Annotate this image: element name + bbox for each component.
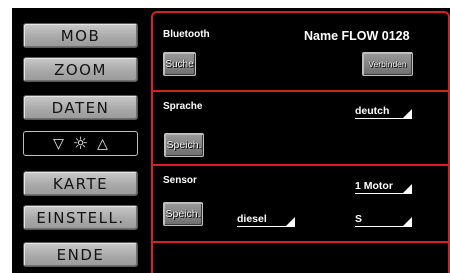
- sensor-save-label: Speich.: [165, 208, 201, 220]
- bluetooth-label: Bluetooth: [163, 29, 210, 40]
- brightness-down-icon[interactable]: ▽: [53, 136, 64, 152]
- dropdown-arrow-icon: [403, 109, 412, 118]
- ende-button[interactable]: ENDE: [23, 242, 138, 267]
- brightness-up-icon[interactable]: △: [97, 136, 108, 152]
- device-name: Name FLOW 0128: [304, 29, 410, 43]
- dropdown-arrow-icon: [403, 217, 412, 226]
- panel-divider: [151, 90, 450, 92]
- zoom-button[interactable]: ZOOM: [23, 57, 138, 82]
- unit-value: S: [355, 213, 363, 225]
- fuel-dropdown[interactable]: diesel: [237, 213, 295, 227]
- daten-button[interactable]: DATEN: [23, 95, 138, 120]
- search-button[interactable]: Suche: [163, 52, 196, 76]
- language-save-label: Speich.: [166, 139, 202, 151]
- mob-label: MOB: [60, 26, 101, 45]
- language-value: deutch: [355, 105, 390, 117]
- main-nav: MOB ZOOM DATEN ▽ ☼ △ KARTE EINSTELL. END…: [12, 8, 147, 273]
- einstell-button[interactable]: EINSTELL.: [23, 205, 138, 230]
- unit-dropdown[interactable]: S: [355, 213, 412, 227]
- panel-divider: [151, 164, 450, 166]
- karte-button[interactable]: KARTE: [23, 171, 138, 196]
- search-button-label: Suche: [165, 58, 194, 70]
- dropdown-arrow-icon: [403, 184, 412, 193]
- language-save-button[interactable]: Speich.: [164, 133, 204, 157]
- mob-button[interactable]: MOB: [23, 23, 138, 48]
- zoom-label: ZOOM: [54, 60, 107, 79]
- fuel-value: diesel: [237, 213, 267, 225]
- sensor-save-button[interactable]: Speich.: [163, 202, 203, 226]
- daten-label: DATEN: [51, 98, 110, 117]
- sun-icon: ☼: [72, 133, 89, 154]
- language-dropdown[interactable]: deutch: [355, 105, 412, 119]
- settings-screen: MOB ZOOM DATEN ▽ ☼ △ KARTE EINSTELL. END…: [12, 8, 450, 273]
- ende-label: ENDE: [56, 245, 105, 264]
- brightness-control: ▽ ☼ △: [23, 131, 138, 156]
- motor-value: 1 Motor: [355, 180, 393, 192]
- panel-divider: [151, 241, 450, 243]
- motor-dropdown[interactable]: 1 Motor: [355, 180, 412, 194]
- language-label: Sprache: [163, 101, 203, 112]
- einstell-label: EINSTELL.: [36, 208, 125, 227]
- connect-button-label: Verbinden: [368, 59, 407, 69]
- dropdown-arrow-icon: [286, 217, 295, 226]
- karte-label: KARTE: [52, 174, 109, 193]
- sensor-label: Sensor: [163, 175, 197, 186]
- connect-button[interactable]: Verbinden: [362, 52, 413, 76]
